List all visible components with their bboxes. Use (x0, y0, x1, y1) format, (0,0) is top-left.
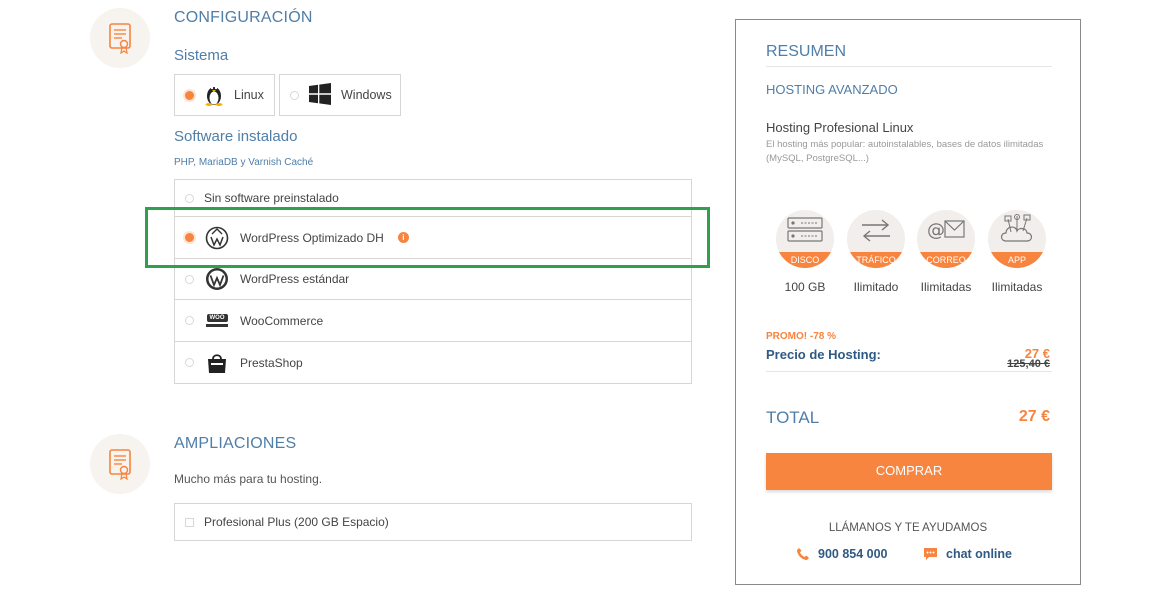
product-name: Hosting Profesional Linux (766, 120, 914, 135)
old-price: 125,40 € (1007, 358, 1050, 370)
product-description: El hosting más popular: autoinstalables,… (766, 139, 1044, 164)
highlight-box (145, 207, 710, 268)
apps-cloud-icon (1000, 214, 1033, 242)
plan-name: HOSTING AVANZADO (766, 82, 898, 97)
feature-value-app: Ilimitadas (991, 280, 1043, 294)
chat-link[interactable]: chat online (923, 547, 1012, 561)
divider (766, 371, 1052, 372)
help-text: LLÁMANOS Y TE AYUDAMOS (828, 522, 988, 534)
transfer-arrows-icon (862, 219, 890, 242)
server-icon (787, 217, 823, 242)
price-label: Precio de Hosting: (766, 347, 881, 362)
feature-band-traffic: TRÁFICO (847, 252, 905, 268)
feature-traffic: TRÁFICO Ilimitado (846, 210, 906, 294)
os-label-windows: Windows (341, 88, 392, 102)
addon-checkbox[interactable] (185, 517, 194, 527)
software-label-none: Sin software preinstalado (204, 191, 339, 205)
addon-option-profesional-plus[interactable]: Profesional Plus (200 GB Espacio) (175, 504, 691, 540)
config-title: CONFIGURACIÓN (174, 9, 313, 26)
radio-none[interactable] (185, 193, 194, 203)
feature-app: APP Ilimitadas (987, 210, 1047, 294)
buy-button[interactable]: COMPRAR (766, 453, 1052, 490)
phone-number[interactable]: 900 854 000 (818, 547, 888, 561)
promo-label: PROMO! -78 % (766, 331, 837, 342)
os-option-windows[interactable]: Windows (279, 74, 401, 116)
feature-value-traffic: Ilimitado (853, 280, 899, 294)
mail-icon: @ (927, 220, 965, 241)
certificate-icon (90, 434, 150, 494)
total-value: 27 € (1018, 408, 1050, 425)
system-title: Sistema (174, 47, 229, 64)
radio-linux[interactable] (185, 90, 194, 100)
svg-text:@: @ (927, 220, 945, 241)
addons-title: AMPLIACIONES (174, 435, 297, 452)
software-subtitle: PHP, MariaDB y Varnish Caché (174, 157, 314, 168)
addon-label: Profesional Plus (200 GB Espacio) (204, 515, 389, 529)
woocommerce-logo-icon: WOO (204, 308, 230, 334)
os-option-linux[interactable]: Linux (174, 74, 275, 116)
radio-woocommerce[interactable] (185, 316, 194, 325)
feature-disk: DISCO 100 GB (775, 210, 835, 294)
software-option-prestashop[interactable]: PrestaShop (175, 342, 691, 383)
wordpress-logo-icon (204, 266, 230, 292)
radio-wp-standard[interactable] (185, 274, 194, 284)
radio-windows[interactable] (290, 90, 299, 100)
software-label-wp-standard: WordPress estándar (240, 272, 350, 286)
addons-subtitle: Mucho más para tu hosting. (174, 472, 323, 486)
feature-mail: @ CORREO Ilimitadas (916, 210, 976, 294)
feature-band-disk: DISCO (776, 252, 834, 268)
radio-prestashop[interactable] (185, 358, 194, 367)
total-label: TOTAL (766, 408, 820, 427)
software-label-woocommerce: WooCommerce (240, 313, 324, 328)
feature-band-mail: CORREO (917, 252, 975, 268)
os-label-linux: Linux (234, 88, 264, 102)
divider (766, 66, 1052, 67)
software-label-prestashop: PrestaShop (240, 355, 303, 370)
addons-list: Profesional Plus (200 GB Espacio) (174, 503, 692, 541)
feature-value-disk: 100 GB (784, 280, 826, 294)
feature-band-app: APP (988, 252, 1046, 268)
phone-link[interactable]: 900 854 000 (796, 547, 888, 561)
shopping-bag-icon (204, 350, 230, 376)
phone-icon (797, 548, 809, 560)
summary-panel: RESUMEN HOSTING AVANZADO Hosting Profesi… (735, 19, 1081, 585)
linux-tux-icon (204, 82, 224, 109)
windows-logo-icon (309, 82, 331, 108)
feature-value-mail: Ilimitadas (920, 280, 972, 294)
chat-label[interactable]: chat online (946, 547, 1012, 561)
certificate-icon (90, 8, 150, 68)
software-option-woocommerce[interactable]: WOO WooCommerce (175, 300, 691, 342)
chat-icon (924, 548, 937, 560)
summary-title: RESUMEN (766, 43, 847, 60)
software-title: Software instalado (174, 128, 298, 145)
